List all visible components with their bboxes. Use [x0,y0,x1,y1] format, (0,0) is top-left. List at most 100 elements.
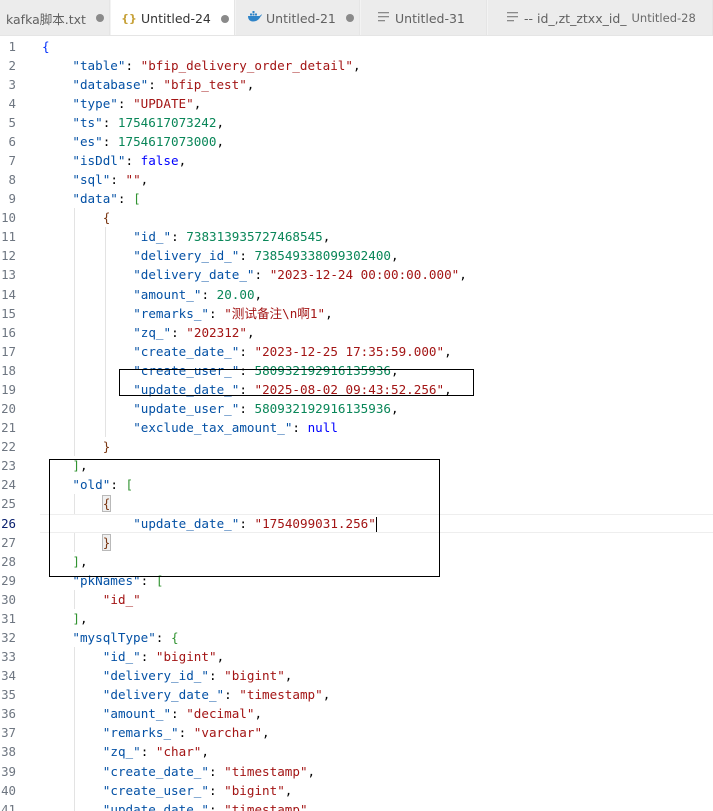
code-line[interactable]: 38 "zq_": "char", [0,742,713,761]
code-text: "pkNames": [ [72,571,163,590]
code-line[interactable]: 16 "zq_": "202312", [0,323,713,342]
unsaved-dot-icon[interactable] [95,14,104,22]
line-number: 14 [1,286,16,302]
line-number: 15 [1,305,16,321]
code-line[interactable]: 35 "delivery_date_": "timestamp", [0,685,713,704]
punctuation: , [246,324,255,340]
code-line[interactable]: 14 "amount_": 20.00, [0,285,713,304]
line-number: 34 [1,668,16,684]
code-line[interactable]: 31], [0,609,713,628]
punctuation: : [208,782,225,798]
code-line[interactable]: 9 "data": [ [0,189,713,208]
tab-description: Untitled-28 [631,11,696,25]
line-number: 29 [1,572,16,588]
tab-untitled-21[interactable]: Untitled-21 [236,0,360,35]
line-number: 12 [1,248,16,264]
unsaved-dot-icon[interactable] [220,14,229,23]
punctuation: , [444,381,452,397]
bracket: { [101,495,112,513]
code-text: "update_date_": "1754099031.256" [133,514,378,533]
code-line[interactable]: 6 "es": 1754617073000, [0,132,713,151]
tab-untitled-24[interactable]: {} Untitled-24 [111,0,235,35]
code-line[interactable]: 25 { [0,494,713,513]
punctuation: , [254,286,263,302]
code-line[interactable]: 34 "delivery_id_": "bigint", [0,666,713,685]
code-text: ], [72,552,87,571]
code-line[interactable]: 12 "delivery_id_": 738549338099302400, [0,246,713,265]
code-text: "mysqlType": { [72,628,178,647]
code-text: "update_user_": 580932192916135936, [133,399,398,418]
code-line[interactable]: 36 "amount_": "decimal", [0,704,713,723]
json-key: "id_" [133,229,172,245]
punctuation: , [391,401,399,417]
code-line[interactable]: 18 "create_user_": 580932192916135936, [0,361,713,380]
bracket: } [101,533,112,551]
code-line[interactable]: 29 "pkNames": [ [0,571,713,590]
code-line[interactable]: 11 "id_": 738313935727468545, [0,227,713,246]
code-line[interactable]: 20 "update_user_": 580932192916135936, [0,399,713,418]
code-line[interactable]: 40 "create_user_": "bigint", [0,781,713,800]
code-line[interactable]: 32 "mysqlType": { [0,628,713,647]
code-line[interactable]: 2 "table": "bfip_delivery_order_detail", [0,56,713,75]
json-key: "create_user_" [102,782,209,798]
code-line[interactable]: 15 "remarks_": "测试备注\n啊1", [0,304,713,323]
json-key: "update_date_" [133,515,240,531]
text-lines-icon [504,11,520,25]
json-key: "id_" [102,649,141,665]
code-line[interactable]: 28], [0,552,713,571]
punctuation: , [322,687,331,703]
punctuation: : [171,706,187,722]
bracket: } [102,439,111,455]
code-line[interactable]: 10 { [0,208,713,227]
code-line[interactable]: 24 "old": [ [0,475,713,494]
tab-untitled-31[interactable]: Untitled-31 [361,0,487,35]
code-text: } [103,437,111,456]
code-line[interactable]: 4 "type": "UPDATE", [0,94,713,113]
code-text: "isDdl": false, [72,151,186,170]
line-number: 41 [1,801,16,811]
code-text: "create_user_": "bigint", [103,781,293,800]
punctuation: , [178,152,187,168]
code-line[interactable]: 27} [0,533,713,552]
json-number: 738313935727468545 [186,229,323,245]
code-line[interactable]: 7 "isDdl": false, [0,151,713,170]
unsaved-dot-icon[interactable] [345,14,354,22]
json-string: "id_" [102,591,141,607]
punctuation: : [239,248,255,264]
code-line[interactable]: 3 "database": "bfip_test", [0,75,713,94]
code-line[interactable]: 22} [0,437,713,456]
punctuation: : [117,191,134,207]
text-lines-icon [375,11,391,25]
code-line[interactable]: 8 "sql": "", [0,170,713,189]
line-number: 30 [1,591,16,607]
code-text: "data": [ [72,189,140,208]
code-line[interactable]: 33 "id_": "bigint", [0,647,713,666]
code-line[interactable]: 21 "exclude_tax_amount_": null [0,418,713,437]
punctuation: : [239,381,255,397]
code-line[interactable]: 30 "id_" [0,590,713,609]
line-number: 13 [1,267,16,283]
code-line[interactable]: 39 "create_date_": "timestamp", [0,762,713,781]
code-line[interactable]: 19 "update_date_": "2025-08-02 09:43:52.2… [0,380,713,399]
punctuation: , [140,172,149,188]
code-text: "id_" [103,590,141,609]
json-key: "zq_" [102,744,141,760]
punctuation: : [208,763,225,779]
json-braces-icon: {} [121,12,137,25]
code-line[interactable]: 1{ [0,37,713,56]
punctuation: , [216,133,225,149]
code-line[interactable]: 41 "update_date_": "timestamp", [0,800,713,811]
json-number: 20.00 [216,286,255,302]
code-line[interactable]: 17 "create_date_": "2023-12-25 17:35:59.0… [0,342,713,361]
code-line[interactable]: 37 "remarks_": "varchar", [0,723,713,742]
code-line[interactable]: 26 "update_date_": "1754099031.256" [0,513,713,533]
code-line[interactable]: 5 "ts": 1754617073242, [0,113,713,132]
json-string: "timestamp" [224,763,308,779]
tab-kafka-script[interactable]: kafka脚本.txt [0,0,110,35]
bracket: [ [133,191,141,207]
code-line[interactable]: 13 "delivery_date_": "2023-12-24 00:00:00… [0,265,713,284]
code-line[interactable]: 23], [0,456,713,475]
tab-untitled-28[interactable]: -- id_,zt_ztxx_id_ Untitled-28 [488,0,713,35]
code-text: ], [72,609,87,628]
code-editor[interactable]: 1{2 "table": "bfip_delivery_order_detail"… [0,36,713,811]
